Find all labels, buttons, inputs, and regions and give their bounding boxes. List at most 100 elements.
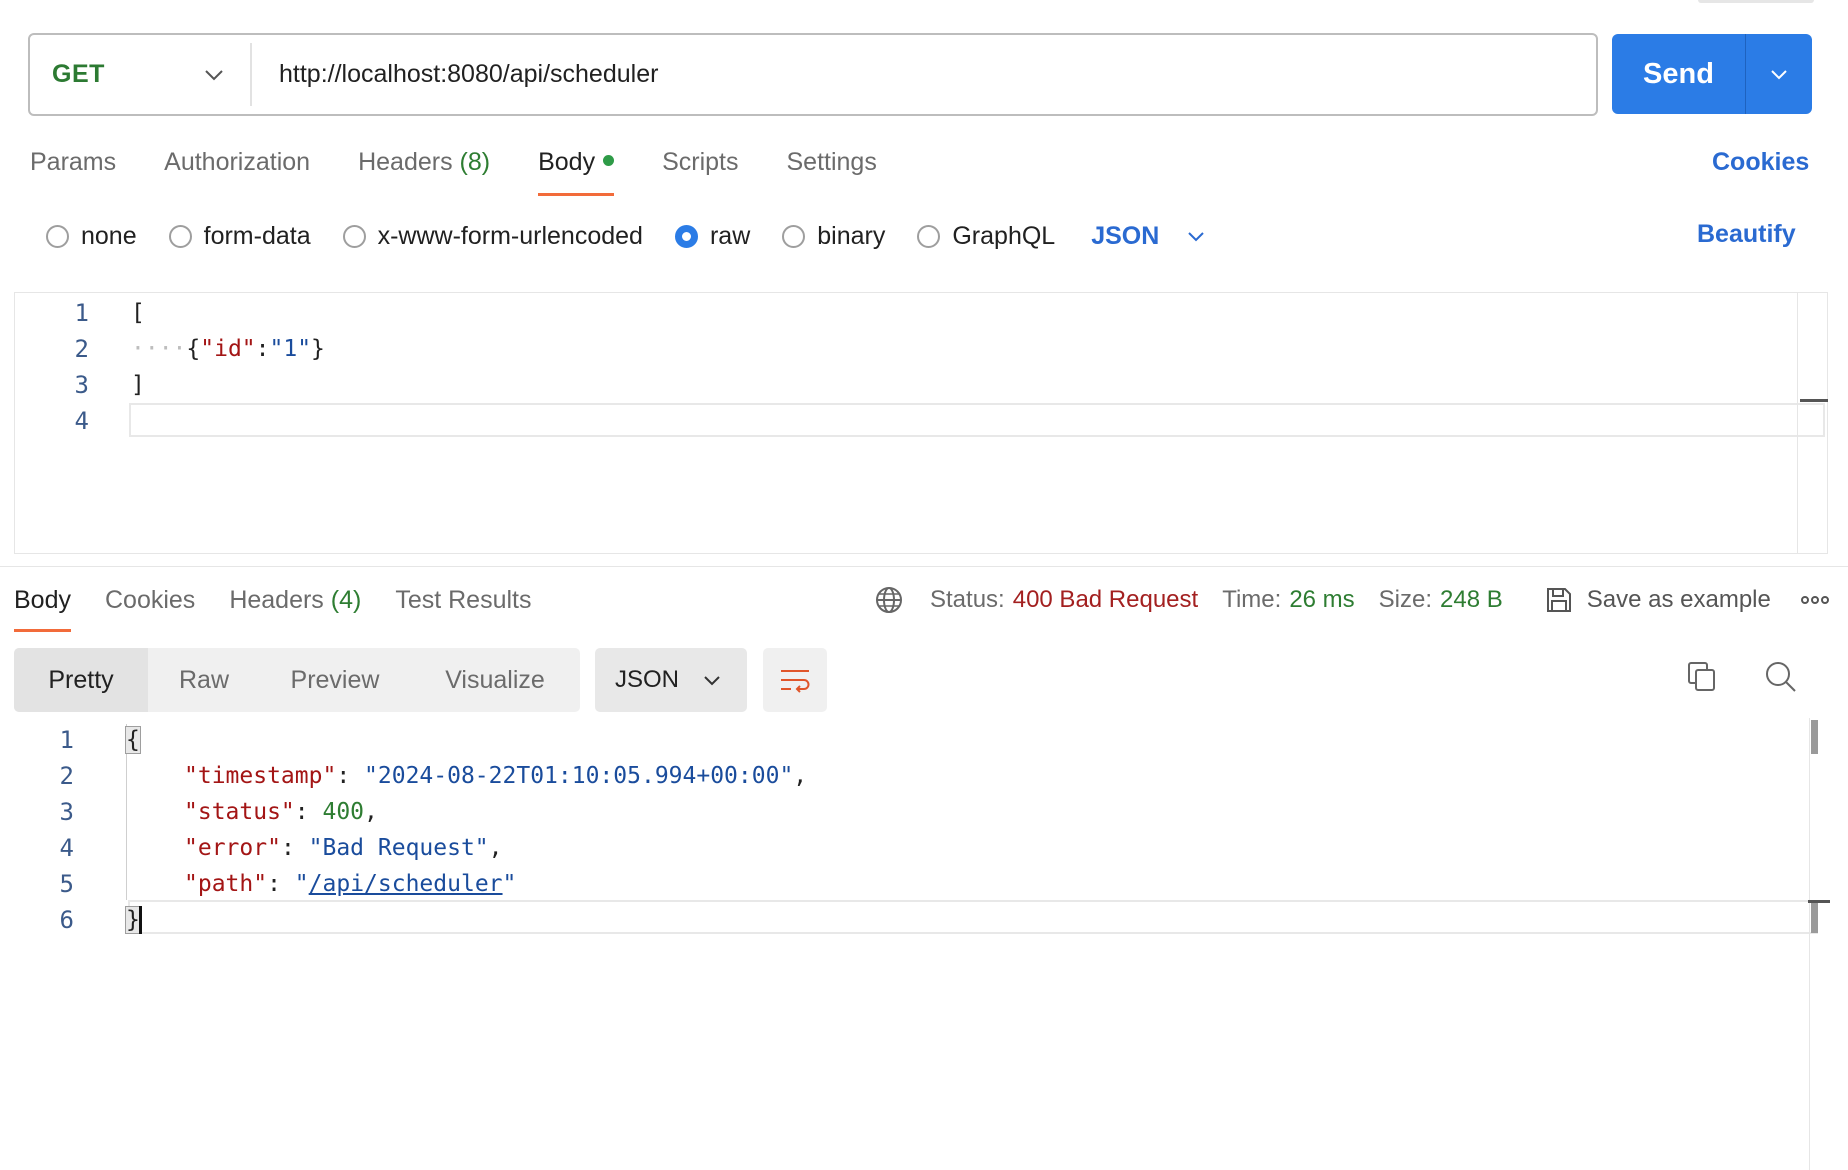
response-tab-test-results[interactable]: Test Results [395,580,531,632]
radio-none[interactable]: none [46,222,137,251]
code-text: "timestamp": "2024-08-22T01:10:05.994+00… [184,763,808,789]
send-button[interactable]: Send [1612,34,1746,114]
colon: : [255,336,270,362]
response-tab-cookies[interactable]: Cookies [105,580,195,632]
response-body-viewer[interactable]: 1 { 2 "timestamp": "2024-08-22T01:10:05.… [0,718,1848,1170]
view-preview[interactable]: Preview [260,648,410,712]
brace-close: } [125,905,141,934]
code-line: 2 "timestamp": "2024-08-22T01:10:05.994+… [0,758,1848,794]
body-language-select[interactable]: JSON [1091,222,1205,251]
scroll-thumb[interactable] [1800,399,1828,402]
response-tab-test-results-label: Test Results [395,586,532,614]
code-line: 4 [15,403,1827,439]
brace-open: { [186,336,201,362]
status-value[interactable]: 400 Bad Request [1013,586,1198,614]
response-headers-count: (4) [330,586,362,614]
line-number: 3 [59,798,74,826]
line-number: 3 [74,371,89,399]
radio-graphql[interactable]: GraphQL [917,222,1055,251]
method-label: GET [52,60,105,88]
json-key: "status" [184,799,295,825]
size-value[interactable]: 248 B [1440,586,1503,614]
body-modified-dot [603,154,615,166]
editor-scrollbar[interactable] [1797,293,1828,553]
response-tabs: Body Cookies Headers (4) Test Results [14,580,566,632]
code-line: 2 ····{"id":"1"} [15,331,1827,367]
brace-close: } [311,336,325,362]
copy-icon[interactable] [1686,660,1718,699]
radio-raw[interactable]: raw [674,222,750,251]
save-icon [1546,588,1571,612]
url-input[interactable] [252,44,1596,105]
beautify-button[interactable]: Beautify [1697,220,1796,249]
response-tab-headers-label: Headers [229,586,324,614]
tab-params[interactable]: Params [30,140,116,196]
request-body-editor[interactable]: 1 [ 2 ····{"id":"1"} 3 ] 4 [14,292,1828,554]
send-options-button[interactable] [1746,34,1812,114]
radio-form-data[interactable]: form-data [168,221,311,251]
response-format-select[interactable]: JSON [595,648,747,712]
tab-settings[interactable]: Settings [786,140,876,196]
radio-button[interactable] [168,224,192,248]
code-line: 3 ] [15,367,1827,403]
view-pretty[interactable]: Pretty [14,648,148,712]
view-visualize[interactable]: Visualize [410,648,580,712]
more-options-icon[interactable] [1800,595,1829,605]
radio-button-checked[interactable] [674,224,698,248]
line-number: 2 [59,762,74,790]
scroll-marker [1811,720,1818,754]
time-value[interactable]: 26 ms [1289,586,1354,614]
radio-binary[interactable]: binary [782,222,885,251]
path-link[interactable]: /api/scheduler [309,871,503,897]
radio-button[interactable] [342,224,366,248]
response-tab-body[interactable]: Body [14,580,71,632]
status-label: Status: [930,586,1005,613]
response-scrollbar[interactable] [1809,718,1810,1170]
line-number: 2 [74,335,89,363]
code-line: 4 "error": "Bad Request", [0,830,1848,866]
json-key: "id" [200,336,256,362]
radio-urlencoded[interactable]: x-www-form-urlencoded [342,221,643,251]
response-tab-headers[interactable]: Headers (4) [229,580,361,632]
indent-guide: ···· [131,336,187,362]
tab-scripts-label: Scripts [662,148,739,176]
brace-open: { [125,726,141,754]
method-select[interactable]: GET [30,43,252,106]
radio-binary-label: binary [817,221,886,250]
tab-authorization[interactable]: Authorization [164,140,310,196]
code-text: ····{"id":"1"} [131,336,325,362]
code-text: "status": 400, [184,799,378,825]
chevron-down-icon [205,69,223,80]
json-string: "Bad Request" [308,835,489,861]
save-as-example-label: Save as example [1586,586,1771,613]
radio-button[interactable] [46,224,69,248]
response-tab-cookies-label: Cookies [104,586,196,614]
code-text: } [125,905,142,934]
pane-divider[interactable] [0,566,1848,567]
radio-button[interactable] [917,224,941,248]
wrap-lines-button[interactable] [763,648,827,712]
tab-headers[interactable]: Headers (8) [358,140,490,196]
radio-form-data-label: form-data [203,221,311,250]
code-text: [ [131,300,145,326]
tab-authorization-label: Authorization [164,148,311,176]
tab-scripts[interactable]: Scripts [662,140,738,196]
globe-icon[interactable] [874,585,904,615]
view-raw[interactable]: Raw [148,648,260,712]
request-tabs: Params Authorization Headers (8) Body Sc… [30,140,925,196]
cookies-link[interactable]: Cookies [1712,148,1809,177]
save-as-example-button[interactable]: Save as example [1545,586,1771,614]
radio-urlencoded-label: x-www-form-urlencoded [377,221,643,250]
scroll-marker [1811,903,1818,933]
time-label: Time: [1222,586,1282,613]
line-number: 1 [59,726,74,754]
tab-headers-label: Headers [358,148,453,176]
response-format-label: JSON [615,666,680,693]
json-string: "1" [269,336,312,362]
json-number: 400 [322,799,365,825]
tab-body[interactable]: Body [538,140,615,196]
radio-button[interactable] [782,224,806,248]
search-icon[interactable] [1764,660,1798,699]
json-key: "path" [184,871,268,897]
bracket-close: ] [131,372,145,398]
